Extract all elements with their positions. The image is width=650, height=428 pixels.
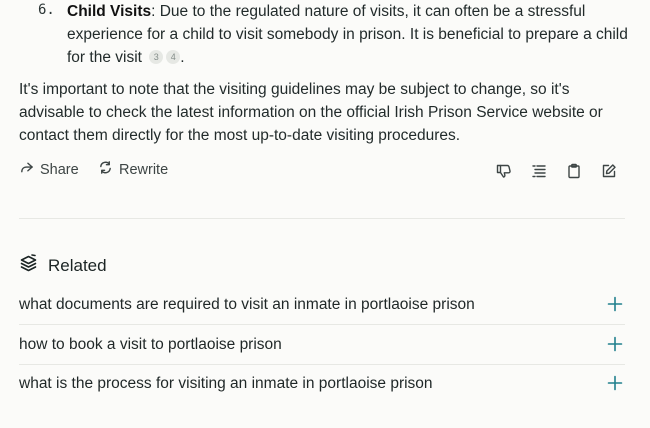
plus-icon[interactable] (607, 296, 623, 312)
list-item-end: . (180, 49, 185, 66)
related-item-text: what is the process for visiting an inma… (19, 375, 433, 392)
layers-icon (19, 253, 39, 278)
related-header: Related (19, 253, 107, 278)
plus-icon[interactable] (607, 336, 623, 352)
thumbs-down-icon (496, 164, 512, 183)
thumbs-down-button[interactable] (496, 163, 514, 181)
related-title: Related (48, 255, 107, 275)
copy-button[interactable] (566, 163, 584, 181)
related-item-text: how to book a visit to portlaoise prison (19, 336, 282, 353)
edit-button[interactable] (601, 163, 619, 181)
list-view-button[interactable] (531, 163, 549, 181)
related-item-text: what documents are required to visit an … (19, 296, 475, 313)
rewrite-label: Rewrite (119, 161, 169, 178)
related-item[interactable]: what documents are required to visit an … (19, 285, 625, 324)
list-item-text: Child Visits: Due to the regulated natur… (67, 0, 637, 69)
related-item[interactable]: how to book a visit to portlaoise prison (19, 325, 625, 364)
clipboard-icon (566, 163, 582, 183)
rewrite-icon (98, 160, 113, 179)
list-number: 6. (38, 2, 55, 18)
share-icon (19, 160, 34, 179)
section-divider (19, 218, 625, 219)
share-button[interactable]: Share (19, 160, 79, 179)
citation-badge[interactable]: 4 (166, 50, 181, 64)
share-label: Share (40, 161, 79, 178)
list-item-title: Child Visits (67, 3, 152, 20)
citation-badge[interactable]: 3 (149, 50, 164, 64)
plus-icon[interactable] (607, 375, 623, 391)
answer-paragraph: It's important to note that the visiting… (19, 81, 603, 144)
edit-icon (601, 164, 617, 183)
related-item[interactable]: what is the process for visiting an inma… (19, 364, 625, 403)
answer-action-bar: Share Rewrite (19, 160, 625, 184)
rewrite-button[interactable]: Rewrite (98, 160, 168, 179)
list-view-icon (531, 165, 547, 183)
